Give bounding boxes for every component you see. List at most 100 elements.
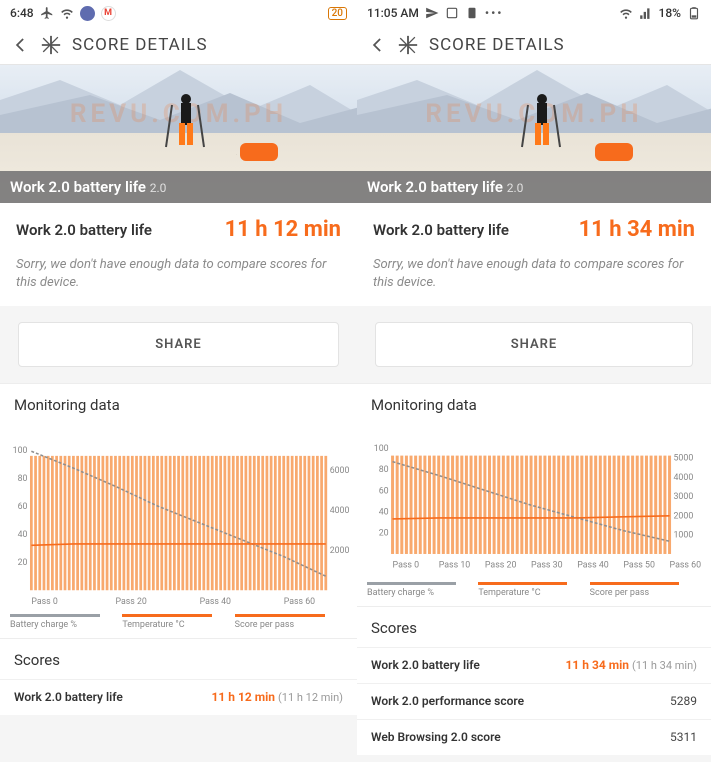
skier-figure [520,91,562,163]
score-value: 11 h 34 min (11 h 34 min) [566,658,697,672]
svg-text:80: 80 [18,474,28,484]
compare-message: Sorry, we don't have enough data to comp… [373,256,695,292]
legend-battery: Battery charge % [367,582,478,598]
legend-temperature: Temperature °C [478,582,589,598]
svg-text:20: 20 [379,529,389,539]
status-time: 11:05 AM [367,6,419,20]
share-section: SHARE [357,306,711,383]
score-name: Work 2.0 performance score [371,694,524,708]
score-value: 5289 [670,694,697,708]
svg-text:Pass 0: Pass 0 [31,597,57,607]
hero-banner: REVU.COM.PH Work 2.0 battery life 2.0 [0,65,357,203]
status-bar: 6:48 M 20 [0,0,357,26]
svg-text:2000: 2000 [330,546,350,556]
status-time: 6:48 [10,6,34,20]
battery-icon [687,6,701,20]
result-value: 11 h 12 min [225,217,341,242]
svg-text:20: 20 [18,558,28,568]
result-section: Work 2.0 battery life 11 h 34 min Sorry,… [357,203,711,306]
legend-score: Score per pass [235,614,347,630]
status-bar: 11:05 AM ••• 18% [357,0,711,26]
monitoring-chart: 20 40 60 80 100 2000 4000 6000 Pass 0 Pass 20 Pass… [0,434,357,608]
signal-icon [639,6,653,20]
airplane-icon [40,6,54,20]
compare-message: Sorry, we don't have enough data to comp… [16,256,341,292]
header-title: SCORE DETAILS [72,35,208,55]
svg-text:2000: 2000 [673,512,693,522]
score-name: Web Browsing 2.0 score [371,730,501,744]
sled-icon [236,137,296,167]
svg-text:Pass 40: Pass 40 [577,561,609,571]
share-button[interactable]: SHARE [375,322,693,367]
send-icon [425,6,439,20]
svg-text:Pass 40: Pass 40 [200,597,231,607]
score-line: Web Browsing 2.0 score 5311 [357,719,711,755]
result-section: Work 2.0 battery life 11 h 12 min Sorry,… [0,203,357,306]
svg-text:Pass 0: Pass 0 [393,561,420,571]
app-icon [80,6,95,21]
score-line: Work 2.0 performance score 5289 [357,683,711,719]
svg-text:Pass 20: Pass 20 [485,561,517,571]
result-label: Work 2.0 battery life [16,221,152,239]
score-name: Work 2.0 battery life [371,658,480,672]
score-line: Work 2.0 battery life 11 h 34 min (11 h 3… [357,647,711,683]
sled-icon [591,137,651,167]
wifi-icon [60,6,74,20]
svg-text:100: 100 [374,444,389,454]
monitoring-chart: 20 40 60 80 100 1000 2000 3000 4000 5000 Pass 0 Pas… [357,434,711,576]
back-icon[interactable] [367,35,387,55]
svg-text:Pass 20: Pass 20 [115,597,146,607]
hero-label: Work 2.0 battery life 2.0 [357,171,711,203]
phone-right: 11:05 AM ••• 18% SCORE DETAILS REVU.COM.… [357,0,711,762]
svg-text:1000: 1000 [673,531,693,541]
svg-text:3000: 3000 [673,492,693,502]
svg-text:4000: 4000 [330,506,350,516]
snowflake-icon [40,34,62,56]
svg-text:Pass 60: Pass 60 [670,561,701,571]
score-line: Work 2.0 battery life 11 h 12 min (11 h 1… [0,679,357,715]
hero-label: Work 2.0 battery life 2.0 [0,171,357,203]
legend-battery: Battery charge % [10,614,122,630]
result-label: Work 2.0 battery life [373,221,509,239]
chart-legend: Battery charge % Temperature °C Score pe… [357,576,711,606]
app-header: SCORE DETAILS [0,26,357,65]
svg-text:4000: 4000 [673,473,693,483]
legend-score: Score per pass [590,582,701,598]
svg-text:Pass 60: Pass 60 [284,597,315,607]
legend-temperature: Temperature °C [122,614,234,630]
screenshot-icon [445,6,459,20]
result-value: 11 h 34 min [579,217,695,242]
sim-icon [465,6,479,20]
battery-percent: 18% [659,6,681,20]
more-icon: ••• [485,6,504,20]
svg-text:40: 40 [18,530,28,540]
svg-text:5000: 5000 [673,454,693,464]
svg-text:6000: 6000 [330,466,350,476]
hero-banner: REVU.COM.PH Work 2.0 battery life 2.0 [357,65,711,203]
snowflake-icon [397,34,419,56]
scores-title: Scores [357,606,711,647]
svg-text:60: 60 [18,502,28,512]
score-value: 11 h 12 min (11 h 12 min) [212,690,343,704]
back-icon[interactable] [10,35,30,55]
monitoring-title: Monitoring data [357,383,711,434]
share-button[interactable]: SHARE [18,322,339,367]
score-name: Work 2.0 battery life [14,690,123,704]
svg-text:Pass 50: Pass 50 [623,561,655,571]
phone-left: 6:48 M 20 SCORE DETAILS REVU.COM.PH Work… [0,0,357,762]
chart-legend: Battery charge % Temperature °C Score pe… [0,608,357,638]
scores-title: Scores [0,638,357,679]
skier-figure [164,91,206,163]
svg-text:Pass 30: Pass 30 [531,561,563,571]
svg-text:40: 40 [379,508,389,518]
gmail-icon: M [101,6,116,21]
share-section: SHARE [0,306,357,383]
svg-text:Pass 10: Pass 10 [439,561,471,571]
wifi-icon [619,6,633,20]
svg-text:100: 100 [13,446,28,456]
monitoring-title: Monitoring data [0,383,357,434]
svg-text:60: 60 [379,487,389,497]
battery-badge: 20 [328,7,347,20]
svg-text:80: 80 [379,465,389,475]
score-value: 5311 [670,730,697,744]
